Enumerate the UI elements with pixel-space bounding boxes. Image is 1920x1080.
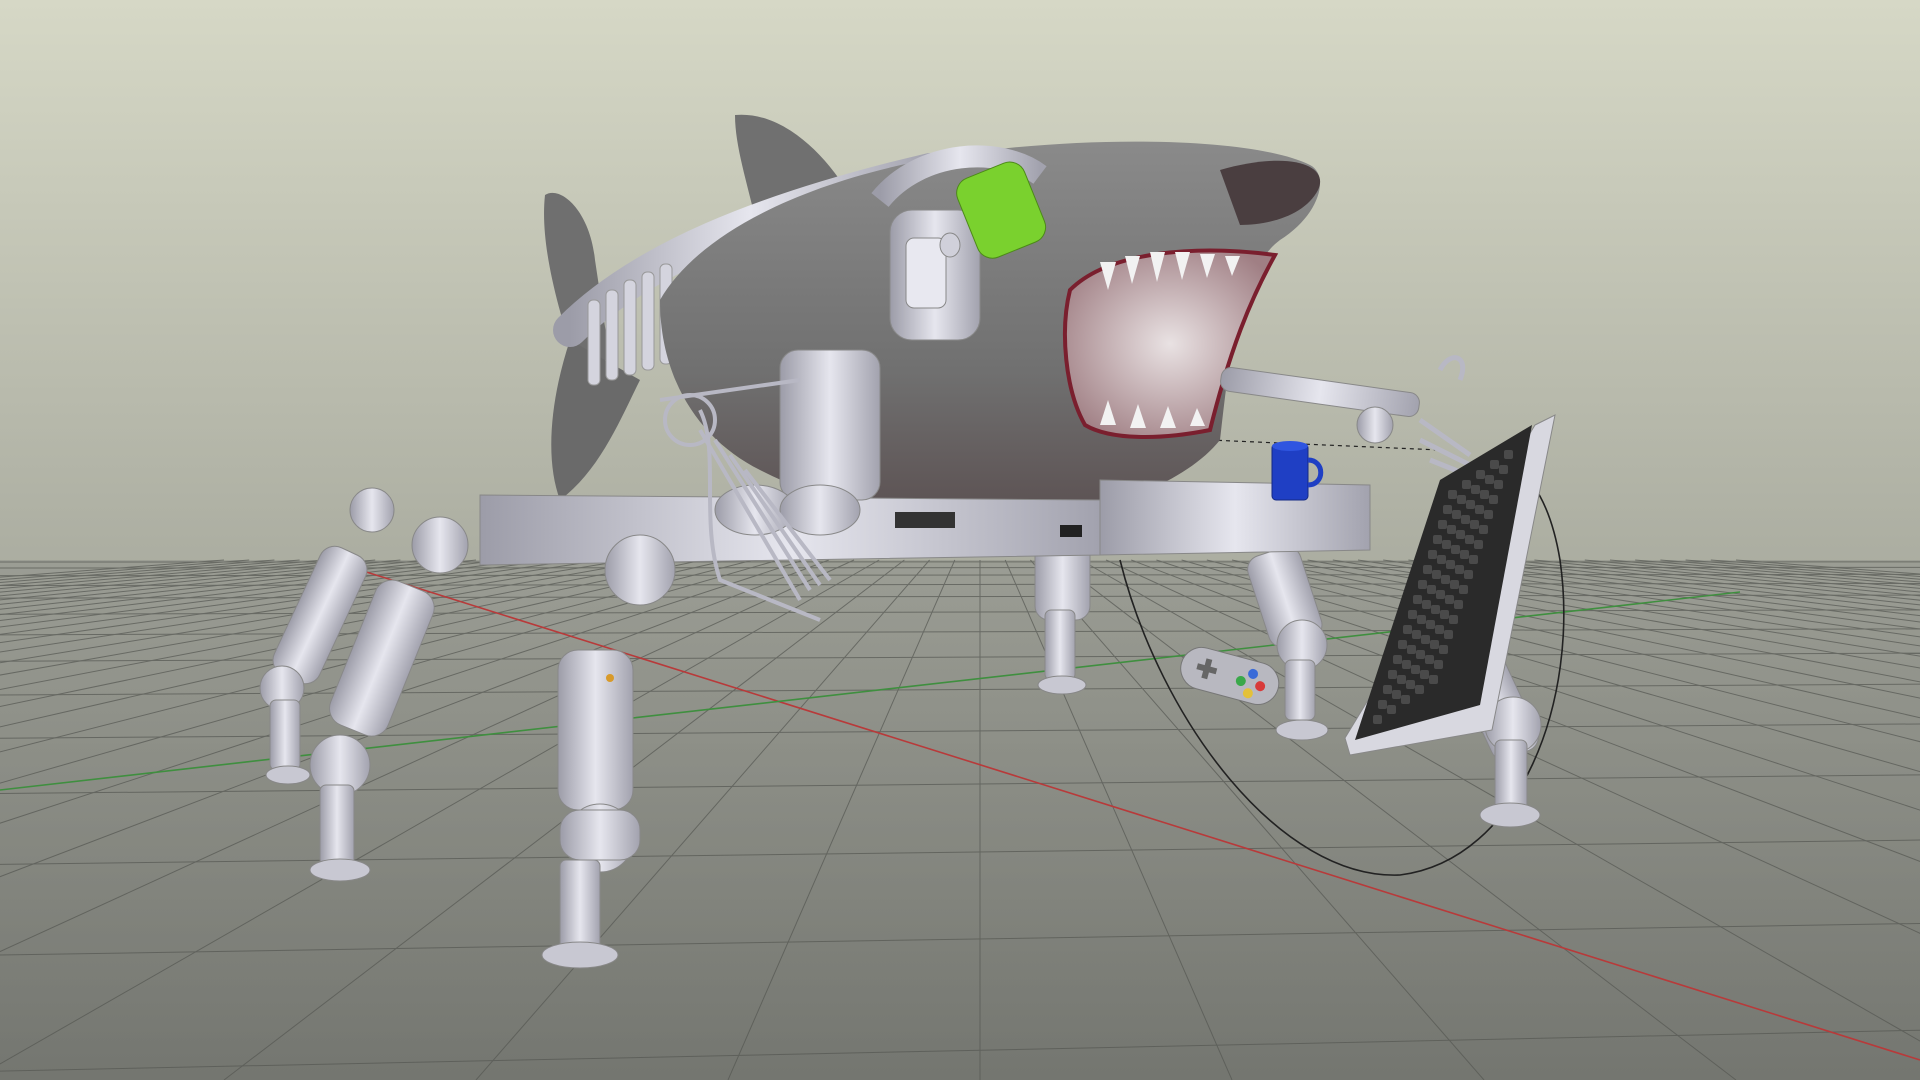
keyboard-key [1454, 600, 1463, 609]
keyboard-key [1455, 565, 1464, 574]
keyboard-key [1422, 600, 1431, 609]
grid-line [0, 566, 1920, 569]
keyboard-key [1462, 480, 1471, 489]
keyboard-key [1441, 575, 1450, 584]
keyboard-key [1442, 540, 1451, 549]
keyboard-key [1387, 705, 1396, 714]
keyboard-key [1469, 555, 1478, 564]
keyboard-key [1413, 595, 1422, 604]
keyboard-key [1443, 505, 1452, 514]
keyboard-key [1461, 515, 1470, 524]
keyboard-key [1457, 495, 1466, 504]
keyboard-key [1435, 625, 1444, 634]
keyboard-key [1474, 540, 1483, 549]
keyboard-key [1490, 460, 1499, 469]
keyboard-key [1426, 620, 1435, 629]
keyboard-key [1393, 655, 1402, 664]
keyboard-key [1447, 525, 1456, 534]
viewport-canvas[interactable] [0, 0, 1920, 1080]
keyboard-key [1398, 640, 1407, 649]
keyboard-key [1504, 450, 1513, 459]
keyboard-key [1466, 500, 1475, 509]
keyboard-key [1433, 535, 1442, 544]
keyboard-key [1499, 465, 1508, 474]
keyboard-key [1440, 610, 1449, 619]
keyboard-key [1480, 490, 1489, 499]
keyboard-key [1437, 555, 1446, 564]
keyboard-key [1401, 695, 1410, 704]
keyboard-key [1489, 495, 1498, 504]
3d-viewport[interactable] [0, 0, 1920, 1080]
keyboard-key [1373, 715, 1382, 724]
keyboard-key [1428, 550, 1437, 559]
keyboard-key [1416, 650, 1425, 659]
keyboard-key [1423, 565, 1432, 574]
keyboard-key [1436, 590, 1445, 599]
keyboard-key [1432, 570, 1441, 579]
keyboard-key [1438, 520, 1447, 529]
keyboard-key [1434, 660, 1443, 669]
keyboard-key [1418, 580, 1427, 589]
keyboard-key [1415, 685, 1424, 694]
keyboard-key [1456, 530, 1465, 539]
keyboard-key [1450, 580, 1459, 589]
keyboard-key [1439, 645, 1448, 654]
keyboard-key [1430, 640, 1439, 649]
keyboard-key [1494, 480, 1503, 489]
keyboard-key [1417, 615, 1426, 624]
keyboard-key [1460, 550, 1469, 559]
keyboard-key [1464, 570, 1473, 579]
keyboard-key [1446, 560, 1455, 569]
keyboard-key [1420, 670, 1429, 679]
keyboard-key [1402, 660, 1411, 669]
keyboard-key [1452, 510, 1461, 519]
keyboard-key [1476, 470, 1485, 479]
keyboard-key [1465, 535, 1474, 544]
keyboard-key [1421, 635, 1430, 644]
keyboard-key [1485, 475, 1494, 484]
keyboard-key [1412, 630, 1421, 639]
keyboard-key [1448, 490, 1457, 499]
keyboard-key [1451, 545, 1460, 554]
keyboard-key [1459, 585, 1468, 594]
keyboard-key [1445, 595, 1454, 604]
keyboard-key [1471, 485, 1480, 494]
keyboard-key [1449, 615, 1458, 624]
keyboard-key [1411, 665, 1420, 674]
keyboard-key [1408, 610, 1417, 619]
keyboard-key [1406, 680, 1415, 689]
keyboard-key [1427, 585, 1436, 594]
keyboard-key [1403, 625, 1412, 634]
keyboard-key [1378, 700, 1387, 709]
keyboard-key [1479, 525, 1488, 534]
keyboard-key [1484, 510, 1493, 519]
keyboard-key [1397, 675, 1406, 684]
keyboard-key [1475, 505, 1484, 514]
keyboard-key [1470, 520, 1479, 529]
keyboard-key [1429, 675, 1438, 684]
keyboard-key [1383, 685, 1392, 694]
keyboard-key [1431, 605, 1440, 614]
keyboard-key [1444, 630, 1453, 639]
keyboard-key [1388, 670, 1397, 679]
keyboard-key [1407, 645, 1416, 654]
keyboard-key [1392, 690, 1401, 699]
keyboard-key [1425, 655, 1434, 664]
